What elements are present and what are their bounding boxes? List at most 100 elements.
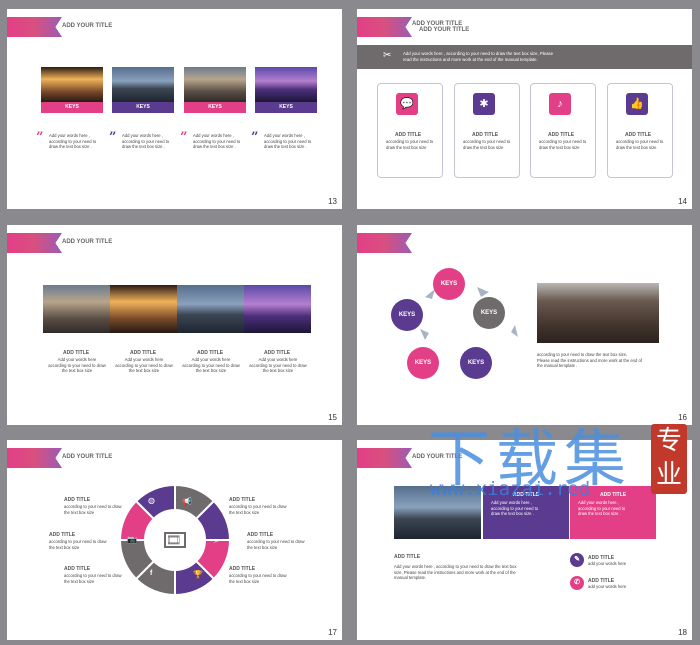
item-title: ADD TITLE xyxy=(229,566,256,572)
item-text: according to your need to draw the text b… xyxy=(229,504,287,515)
film-icon: 🎞 xyxy=(166,533,182,547)
slide-title: ADD YOUR TITLE xyxy=(62,454,113,460)
megaphone-icon: 📢 xyxy=(182,497,192,506)
side-text: add your words here xyxy=(588,561,627,566)
title-banner xyxy=(357,233,412,253)
keys-label: KEYS xyxy=(184,102,246,113)
item-title: ADD TITLE xyxy=(229,497,256,503)
card-text: according to your need to draw the text b… xyxy=(616,139,664,150)
pen-icon: ✎ xyxy=(570,553,584,567)
title-banner xyxy=(7,448,62,468)
keys-circle: KEYS xyxy=(460,347,492,379)
column-text: Add your words here according to your nee… xyxy=(182,357,240,373)
card-title: ADD TITLE xyxy=(625,132,652,138)
feature-card[interactable]: ♪ ADD TITLE according to your need to dra… xyxy=(530,83,596,178)
city-sunset-photo xyxy=(110,285,177,333)
header-bar: ✂ Add your words here , according to you… xyxy=(357,45,692,69)
skyline-photo xyxy=(43,285,110,333)
slide-number: 14 xyxy=(678,197,687,206)
phone-icon: ✆ xyxy=(570,576,584,590)
side-text: add your words here xyxy=(588,584,627,589)
column-text: Add your words here according to your nee… xyxy=(48,357,106,373)
facebook-icon: f xyxy=(150,570,153,577)
card-text: according to your need to draw the text b… xyxy=(386,139,434,150)
quote-icon: ” xyxy=(36,130,44,145)
box-text: Add your words here , according to your n… xyxy=(491,500,539,516)
slide-14-thumbnail[interactable]: ADD YOUR TITLE ADD YOUR TITLE ✂ Add your… xyxy=(357,9,692,209)
quote-text: Add your words here , according to your n… xyxy=(264,133,312,149)
quote-text: Add your words here , according to your n… xyxy=(122,133,170,149)
feature-card[interactable]: 👍 ADD TITLE according to your need to dra… xyxy=(607,83,673,178)
feature-card[interactable]: 💬 ADD TITLE according to your need to dra… xyxy=(377,83,443,178)
slide-13-thumbnail[interactable]: ADD YOUR TITLE KEYS KEYS KEYS KEYS ” Add… xyxy=(7,9,342,209)
trophy-icon: 🏆 xyxy=(193,570,203,579)
keys-circle: KEYS xyxy=(433,268,465,300)
slide-15-thumbnail[interactable]: ADD YOUR TITLE ADD TITLE Add your words … xyxy=(7,225,342,425)
keys-circle: KEYS xyxy=(473,297,505,329)
item-title: ADD TITLE xyxy=(247,532,274,538)
bridge-photo xyxy=(177,285,244,333)
title-banner xyxy=(357,17,412,37)
item-text: according to your need to draw the text b… xyxy=(229,573,287,584)
item-text: according to your need to draw the text b… xyxy=(49,539,107,550)
slide-17-thumbnail[interactable]: ADD YOUR TITLE 📢 ⌕ 🏆 f 📷 ◍ 🎞 ADD TITLE a… xyxy=(7,440,342,640)
column-title: ADD TITLE xyxy=(63,350,90,356)
slide-number: 15 xyxy=(328,413,337,422)
globe-icon: ◍ xyxy=(148,496,155,505)
skyline-photo xyxy=(184,67,246,102)
watermark-url: www.xiazai.red xyxy=(430,478,591,500)
column-title: ADD TITLE xyxy=(130,350,157,356)
quote-text: Add your words here , according to your n… xyxy=(193,133,241,149)
tools-icon: ✂ xyxy=(383,50,392,61)
bridge-photo xyxy=(112,67,174,102)
slide-number: 13 xyxy=(328,197,337,206)
keys-label: KEYS xyxy=(41,102,103,113)
slide-16-thumbnail[interactable]: KEYS KEYS KEYS KEYS KEYS according to yo… xyxy=(357,225,692,425)
slide-number: 17 xyxy=(328,628,337,637)
slide-number: 18 xyxy=(678,628,687,637)
column-text: Add your words here according to your nee… xyxy=(249,357,307,373)
slide-title: ADD YOUR TITLE xyxy=(62,239,113,245)
body-text: Add your words here , according to your … xyxy=(394,564,517,580)
column-title: ADD TITLE xyxy=(197,350,224,356)
street-photo xyxy=(537,283,659,343)
card-text: according to your need to draw the text b… xyxy=(463,139,511,150)
card-title: ADD TITLE xyxy=(395,132,422,138)
slide-title-duplicate: ADD YOUR TITLE xyxy=(419,27,470,33)
camera-icon: 📷 xyxy=(127,535,137,544)
item-text: according to your need to draw the text b… xyxy=(247,539,305,550)
header-text: Add your words here , according to your … xyxy=(403,51,553,62)
card-title: ADD TITLE xyxy=(472,132,499,138)
chat-icon: 💬 xyxy=(396,93,418,115)
card-text: according to your need to draw the text b… xyxy=(539,139,587,150)
purple-city-photo xyxy=(255,67,317,102)
quote-icon: ” xyxy=(251,130,259,145)
quote-text: Add your words here , according to your n… xyxy=(49,133,97,149)
search-icon: ⌕ xyxy=(214,535,220,545)
dandelion-icon: ✱ xyxy=(473,93,495,115)
section-title: ADD TITLE xyxy=(394,554,421,560)
keys-circle: KEYS xyxy=(391,299,423,331)
box-text: Add your words here , according to your n… xyxy=(578,500,626,516)
column-text: Add your words here according to your nee… xyxy=(115,357,173,373)
quote-icon: ” xyxy=(180,130,188,145)
purple-city-photo xyxy=(244,285,311,333)
slide-title: ADD YOUR TITLE xyxy=(62,23,113,29)
column-title: ADD TITLE xyxy=(264,350,291,356)
watermark-seal: 专业 xyxy=(651,424,687,494)
feature-card[interactable]: ✱ ADD TITLE according to your need to dra… xyxy=(454,83,520,178)
item-title: ADD TITLE xyxy=(49,532,76,538)
keys-circle: KEYS xyxy=(407,347,439,379)
item-text: according to your need to draw the text b… xyxy=(64,504,122,515)
slide-number: 16 xyxy=(678,413,687,422)
item-title: ADD TITLE xyxy=(64,497,91,503)
item-title: ADD TITLE xyxy=(64,566,91,572)
quote-icon: ” xyxy=(109,130,117,145)
thumbs-up-icon: 👍 xyxy=(626,93,648,115)
title-banner xyxy=(7,233,62,253)
music-note-icon: ♪ xyxy=(549,93,571,115)
city-sunset-photo xyxy=(41,67,103,102)
title-banner xyxy=(357,448,412,468)
title-banner xyxy=(7,17,62,37)
card-title: ADD TITLE xyxy=(548,132,575,138)
